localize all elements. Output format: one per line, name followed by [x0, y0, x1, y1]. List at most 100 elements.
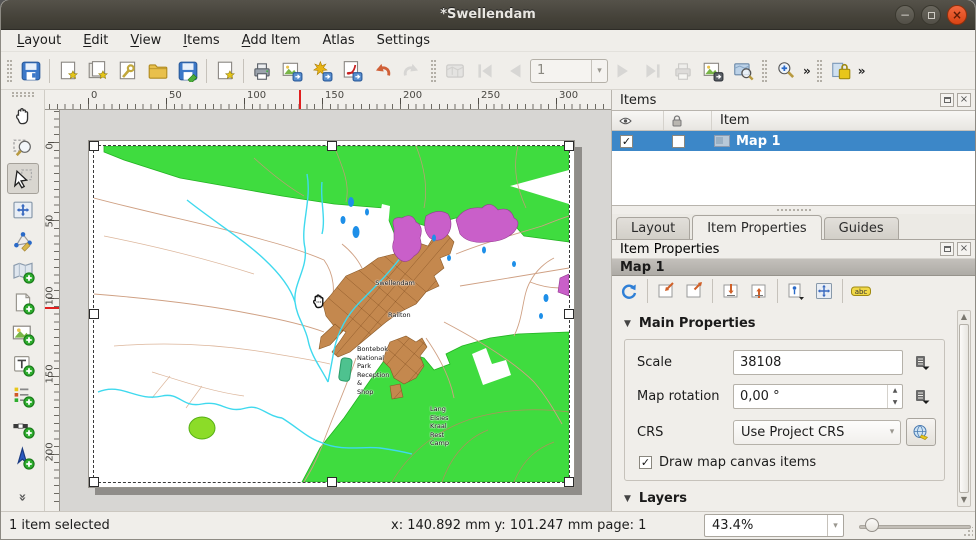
view-extent-in-canvas-button[interactable]	[681, 278, 707, 304]
scale-override-button[interactable]	[908, 350, 936, 375]
add-from-template-button[interactable]	[143, 56, 173, 86]
spin-up-button[interactable]: ▲	[888, 385, 902, 397]
scale-input[interactable]	[734, 355, 902, 370]
lock-checkbox[interactable]	[672, 135, 685, 148]
menu-items[interactable]: Items	[173, 31, 229, 50]
view-scale-in-canvas-button[interactable]	[746, 278, 772, 304]
toolbox-grip[interactable]	[12, 92, 34, 97]
scrollbar-thumb[interactable]	[959, 324, 969, 493]
zoom-in-button[interactable]	[771, 56, 801, 86]
duplicate-layout-button[interactable]	[83, 56, 113, 86]
crs-combo[interactable]: Use Project CRS ▾	[733, 420, 901, 445]
tab-item-properties[interactable]: Item Properties	[692, 215, 821, 240]
add-label-tool[interactable]	[7, 349, 39, 380]
atlas-next-feature-button[interactable]	[608, 56, 638, 86]
add-scalebar-tool[interactable]	[7, 411, 39, 442]
zoom-toolbar-overflow[interactable]: »	[801, 64, 813, 78]
items-float-button[interactable]	[940, 93, 954, 107]
properties-close-button[interactable]: ×	[957, 242, 971, 256]
add-picture-tool[interactable]	[7, 318, 39, 349]
atlas-previous-feature-button[interactable]	[500, 56, 530, 86]
items-row-map1[interactable]: ✓ Map 1	[612, 131, 975, 151]
set-scale-to-canvas-button[interactable]	[718, 278, 744, 304]
save-project-button[interactable]	[16, 56, 46, 86]
selection-handle-sw[interactable]	[89, 477, 99, 487]
edit-nodes-tool[interactable]	[7, 225, 39, 256]
edit-map-extent-button[interactable]	[783, 278, 809, 304]
toolbar-grip[interactable]	[817, 60, 822, 82]
menu-edit[interactable]: Edit	[73, 31, 118, 50]
selection-handle-n[interactable]	[327, 141, 337, 151]
scroll-down-arrow[interactable]: ▼	[961, 494, 967, 506]
zoom-slider[interactable]	[859, 515, 971, 537]
export-image-button[interactable]	[277, 56, 307, 86]
menu-view[interactable]: View	[120, 31, 171, 50]
lock-column-header[interactable]	[664, 111, 712, 130]
pan-tool[interactable]	[7, 101, 39, 132]
draw-canvas-items-checkbox[interactable]: ✓	[639, 456, 652, 469]
menu-add-item[interactable]: Add Item	[232, 31, 311, 50]
visibility-column-header[interactable]	[612, 111, 664, 130]
move-map-content-button[interactable]	[811, 278, 837, 304]
main-properties-section[interactable]: ▼ Main Properties	[612, 306, 975, 337]
map-item-map1[interactable]: Swellendam Railton Bontebok National Par…	[94, 146, 569, 482]
items-close-button[interactable]: ×	[957, 93, 971, 107]
move-content-tool[interactable]	[7, 194, 39, 225]
print-atlas-button[interactable]	[668, 56, 698, 86]
atlas-last-feature-button[interactable]	[638, 56, 668, 86]
undo-button[interactable]	[367, 56, 397, 86]
scroll-up-arrow[interactable]: ▲	[961, 311, 967, 323]
layout-manager-button[interactable]	[113, 56, 143, 86]
toolbar-grip[interactable]	[762, 60, 767, 82]
menu-settings[interactable]: Settings	[367, 31, 440, 50]
add-pages-button[interactable]	[210, 56, 240, 86]
preview-atlas-button[interactable]	[728, 56, 758, 86]
minimize-button[interactable]: −	[895, 5, 915, 25]
tab-guides[interactable]: Guides	[824, 217, 899, 239]
lock-toolbar-overflow[interactable]: »	[856, 64, 868, 78]
atlas-page-input[interactable]	[531, 63, 591, 78]
add-3d-map-tool[interactable]	[7, 287, 39, 318]
spin-down-button[interactable]: ▼	[888, 397, 902, 409]
menu-atlas[interactable]: Atlas	[313, 31, 365, 50]
properties-scrollbar[interactable]: ▲ ▼	[957, 310, 971, 507]
new-layout-button[interactable]	[53, 56, 83, 86]
atlas-page-combo[interactable]: ▾	[530, 59, 608, 83]
close-button[interactable]: ×	[947, 5, 967, 25]
atlas-combo-arrow-icon[interactable]: ▾	[591, 60, 607, 82]
map-rotation-input[interactable]	[734, 389, 887, 404]
select-move-item-tool[interactable]	[7, 163, 39, 194]
selection-handle-w[interactable]	[89, 309, 99, 319]
layers-section[interactable]: ▼ Layers	[612, 481, 975, 511]
selection-handle-ne[interactable]	[564, 141, 574, 151]
set-extent-to-canvas-button[interactable]	[653, 278, 679, 304]
horizontal-ruler[interactable]: 0 50 100 150 200 250 300	[45, 90, 611, 110]
toolbar-grip[interactable]	[431, 60, 436, 82]
add-north-arrow-tool[interactable]	[7, 442, 39, 473]
toolbox-overflow-button[interactable]: »	[15, 493, 30, 501]
select-crs-button[interactable]	[906, 418, 936, 446]
export-atlas-button[interactable]	[698, 56, 728, 86]
zoom-combo-arrow-icon[interactable]: ▾	[827, 515, 843, 536]
add-legend-tool[interactable]	[7, 380, 39, 411]
zoom-tool[interactable]	[7, 132, 39, 163]
vertical-ruler[interactable]: 0 50 100 150 200	[45, 110, 60, 511]
atlas-settings-button[interactable]	[440, 56, 470, 86]
toolbar-grip[interactable]	[7, 60, 12, 82]
labeling-settings-button[interactable]: abc	[848, 278, 874, 304]
atlas-first-feature-button[interactable]	[470, 56, 500, 86]
zoom-level-combo[interactable]: 43.4% ▾	[704, 514, 844, 537]
zoom-slider-handle[interactable]	[865, 518, 879, 532]
resize-grip[interactable]	[963, 527, 973, 537]
selection-handle-se[interactable]	[564, 477, 574, 487]
redo-button[interactable]	[397, 56, 427, 86]
rotation-override-button[interactable]	[908, 384, 936, 409]
save-template-button[interactable]	[173, 56, 203, 86]
maximize-button[interactable]	[921, 5, 941, 25]
lock-items-button[interactable]	[826, 56, 856, 86]
selection-handle-e[interactable]	[564, 309, 574, 319]
menu-layout[interactable]: Layout	[7, 31, 71, 50]
visibility-checkbox[interactable]: ✓	[620, 135, 633, 148]
tab-layout[interactable]: Layout	[616, 217, 690, 239]
item-column-header[interactable]: Item	[712, 111, 975, 130]
